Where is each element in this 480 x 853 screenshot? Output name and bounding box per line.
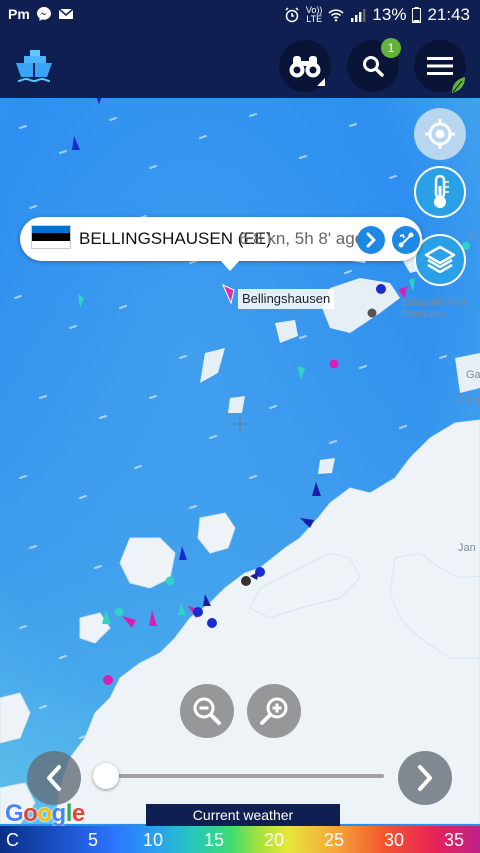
- vessel-marker: [241, 576, 251, 586]
- scale-label: 35: [444, 830, 465, 850]
- zoom-in-icon: [260, 697, 288, 725]
- vessel-logo-icon[interactable]: [12, 44, 56, 88]
- vessel-info-popup[interactable]: BELLINGSHAUSEN (EE) 6.8 kn, 5h 8' ago: [20, 217, 422, 271]
- flag-stripe-black: [32, 233, 70, 241]
- estonia-flag-icon: [31, 225, 71, 249]
- place-label-ohig: O'Hig: [456, 394, 480, 406]
- weather-layer-button[interactable]: [414, 166, 466, 218]
- battery-icon: [412, 7, 422, 23]
- vessel-marker: [114, 607, 124, 617]
- map-canvas[interactable]: Eduardo Frei Montalva Jan B O'Hig Ga: [0, 98, 480, 824]
- chevron-right-icon: [418, 765, 432, 791]
- temperature-color-scale: C 5 10 15 20 25 30 35: [0, 826, 480, 853]
- timeline-next-button[interactable]: [398, 751, 452, 805]
- place-label-eduardo-frei: Eduardo Frei: [402, 296, 466, 308]
- zoom-in-button[interactable]: [247, 684, 301, 738]
- google-logo: Google: [5, 800, 85, 827]
- scale-label: 10: [143, 830, 164, 850]
- vessel-marker: [193, 607, 203, 617]
- messenger-icon: [36, 7, 51, 21]
- zoom-out-icon: [193, 697, 221, 725]
- my-location-button[interactable]: [414, 108, 466, 160]
- app-header: 1: [0, 32, 480, 98]
- flag-stripe-white: [32, 240, 70, 248]
- notification-badge: 1: [381, 38, 401, 58]
- binoculars-button[interactable]: [279, 40, 331, 92]
- place-label-b: B: [468, 231, 475, 243]
- vessel-marker: [103, 675, 113, 685]
- place-label-montalva: Montalva: [402, 308, 448, 320]
- volte-indicator: Vo)) LTE: [305, 5, 323, 24]
- place-label-ga: Ga: [466, 369, 480, 381]
- location-target-icon: [425, 119, 455, 149]
- timeline-slider-track[interactable]: [106, 774, 384, 778]
- search-button[interactable]: 1: [347, 38, 401, 92]
- scale-label: 30: [384, 830, 405, 850]
- chevron-right-icon: [366, 232, 376, 248]
- zoom-out-button[interactable]: [180, 684, 234, 738]
- dropdown-corner-icon: [317, 78, 325, 86]
- vessel-marker: [207, 618, 217, 628]
- chevron-left-icon: [47, 765, 61, 791]
- flag-stripe-blue: [32, 226, 70, 234]
- vessel-marker: [329, 359, 339, 369]
- status-bar: Pm Vo)) LTE 13% 21:43: [0, 0, 480, 32]
- place-label-jan: Jan: [458, 542, 476, 554]
- map-view[interactable]: Eduardo Frei Montalva Jan B O'Hig Ga: [0, 98, 480, 824]
- mail-icon: [58, 8, 74, 19]
- leaf-icon: [452, 77, 465, 93]
- clock: 21:43: [427, 5, 470, 24]
- vessel-marker: [165, 576, 175, 586]
- vessel-marker: [367, 308, 377, 318]
- scale-label: 5: [88, 830, 99, 850]
- scale-label: 20: [264, 830, 285, 850]
- battery-percent: 13%: [372, 5, 407, 24]
- scale-label: 15: [204, 830, 225, 850]
- vessel-speed-age: 6.8 kn, 5h 8' ago: [239, 229, 365, 248]
- scale-label: 25: [324, 830, 345, 850]
- signal-icon: [351, 9, 366, 22]
- alarm-icon: [285, 7, 299, 23]
- wifi-icon: [328, 9, 344, 22]
- route-icon: [398, 232, 414, 248]
- menu-button[interactable]: [414, 40, 466, 93]
- timeline-previous-button[interactable]: [27, 751, 81, 805]
- hamburger-menu-icon: [427, 57, 453, 75]
- vessel-route-button[interactable]: [392, 226, 420, 254]
- scale-label: C: [6, 830, 19, 850]
- layers-icon: [424, 245, 456, 274]
- timeline-slider-thumb[interactable]: [93, 763, 119, 789]
- vessel-marker: [376, 284, 386, 294]
- binoculars-icon: [289, 56, 321, 78]
- search-icon: [363, 56, 384, 77]
- vessel-details-button[interactable]: [357, 226, 385, 254]
- thermometer-icon: [434, 174, 449, 208]
- vessel-map-label[interactable]: Bellingshausen: [238, 289, 335, 309]
- app-indicator: Pm: [8, 6, 30, 22]
- current-weather-label: Current weather: [146, 804, 340, 826]
